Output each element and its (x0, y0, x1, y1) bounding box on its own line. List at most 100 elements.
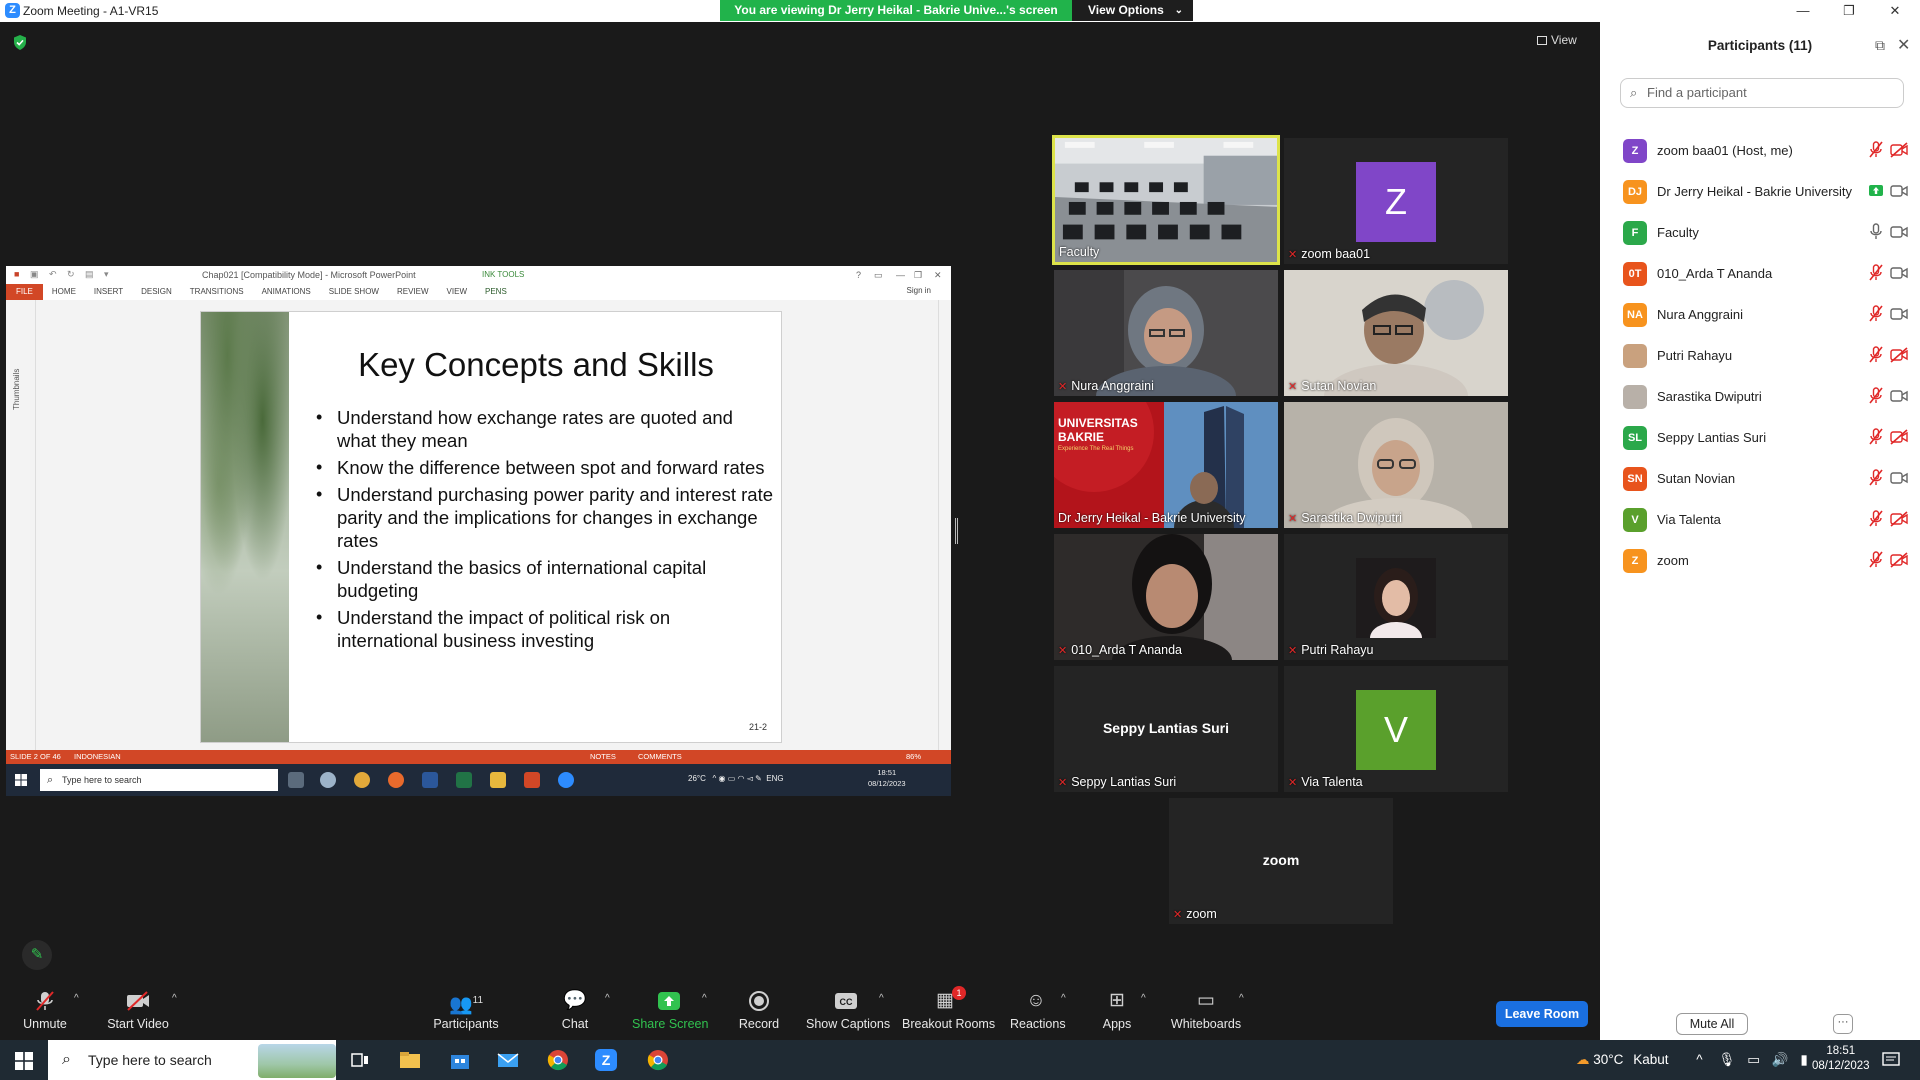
chevron-down-icon: ⌄ (1174, 5, 1183, 16)
task-view-icon[interactable] (348, 1048, 372, 1072)
participant-row[interactable]: Zzoom baa01 (Host, me) (1600, 130, 1920, 171)
grid-view-icon (1537, 36, 1547, 45)
mic-muted-icon[interactable] (1869, 387, 1883, 405)
captions-options-caret-icon[interactable]: ^ (879, 993, 884, 1004)
record-button[interactable]: Record (738, 990, 780, 1036)
unmute-button[interactable]: Unmute (18, 990, 72, 1036)
participant-row[interactable]: Sarastika Dwiputri (1600, 376, 1920, 417)
video-tile-jerry-heikal[interactable]: UNIVERSITAS BAKRIE Experience The Real T… (1054, 402, 1278, 528)
split-divider-handle[interactable] (955, 518, 958, 544)
mic-icon[interactable] (1869, 223, 1883, 241)
participants-button[interactable]: 👥11 Participants (432, 990, 500, 1036)
mic-muted-icon[interactable] (1869, 469, 1883, 487)
close-panel-icon[interactable]: ✕ (1897, 35, 1910, 55)
video-off-icon[interactable] (1890, 142, 1908, 158)
view-options-button[interactable]: View Options ⌄ (1072, 0, 1193, 21)
participant-row[interactable]: DJ Dr Jerry Heikal - Bakrie University (1600, 171, 1920, 212)
minimize-button[interactable]: — (1788, 2, 1818, 20)
video-tile-arda-ananda[interactable]: ✕ 010_Arda T Ananda (1054, 534, 1278, 660)
video-tile-putri-rahayu[interactable]: ✕ Putri Rahayu (1284, 534, 1508, 660)
participant-row[interactable]: SL Seppy Lantias Suri (1600, 417, 1920, 458)
chat-button[interactable]: 💬 Chat (558, 990, 592, 1036)
video-icon[interactable] (1890, 388, 1908, 404)
video-tile-via-talenta[interactable]: V ✕ Via Talenta (1284, 666, 1508, 792)
audio-options-caret-icon[interactable]: ^ (74, 993, 79, 1004)
security-shield-icon[interactable] (13, 35, 27, 50)
notification-icon[interactable] (1882, 1051, 1900, 1069)
video-tile-zoom[interactable]: zoom ✕ zoom (1169, 798, 1393, 924)
video-icon[interactable] (1890, 470, 1908, 486)
mic-muted-icon[interactable] (1869, 428, 1883, 446)
network-icon[interactable]: ▭ (1747, 1052, 1760, 1067)
video-icon[interactable] (1890, 306, 1908, 322)
chrome-window-icon[interactable] (646, 1048, 670, 1072)
whiteboards-button[interactable]: ▭ Whiteboards (1170, 990, 1242, 1036)
video-tile-sarastika-dwiputri[interactable]: ✕ Sarastika Dwiputri (1284, 402, 1508, 528)
video-icon[interactable] (1890, 265, 1908, 281)
shared-screen-content[interactable]: ■ ▣ ↶ ↻ ▤ ▾ Chap021 [Compatibility Mode]… (6, 266, 951, 796)
whiteboards-options-caret-icon[interactable]: ^ (1239, 993, 1244, 1004)
video-tile-nura-anggraini[interactable]: ✕ Nura Anggraini (1054, 270, 1278, 396)
participant-row[interactable]: 0T 010_Arda T Ananda (1600, 253, 1920, 294)
video-tile-sutan-novian[interactable]: ✕ Sutan Novian (1284, 270, 1508, 396)
chrome-icon[interactable] (546, 1048, 570, 1072)
share-screen-button[interactable]: Share Screen (632, 990, 708, 1036)
slide-rain-photo (201, 312, 289, 742)
participant-row[interactable]: Zzoom (1600, 540, 1920, 581)
video-options-caret-icon[interactable]: ^ (172, 993, 177, 1004)
pop-out-icon[interactable]: ⧉ (1875, 37, 1885, 54)
participant-row[interactable]: NA Nura Anggraini (1600, 294, 1920, 335)
microphone-icon[interactable]: 🎙 (1718, 1052, 1735, 1067)
video-icon[interactable] (1890, 183, 1908, 199)
leave-room-button[interactable]: Leave Room (1496, 1001, 1588, 1027)
system-clock[interactable]: 18:51 08/12/2023 (1812, 1044, 1870, 1074)
annotate-pencil-button[interactable]: ✎ (22, 940, 52, 970)
mic-muted-icon[interactable] (1869, 141, 1883, 159)
weather-temp[interactable]: 30°C (1593, 1052, 1623, 1067)
mic-muted-icon[interactable] (1869, 510, 1883, 528)
tray-expand-icon[interactable]: ^ (1696, 1052, 1702, 1067)
reactions-button[interactable]: ☺ Reactions (1010, 990, 1066, 1036)
share-options-caret-icon[interactable]: ^ (702, 993, 707, 1004)
participant-row[interactable]: F Faculty (1600, 212, 1920, 253)
battery-icon[interactable]: ▮ (1800, 1052, 1807, 1067)
video-off-icon[interactable] (1890, 511, 1908, 527)
view-layout-button[interactable]: View (1537, 33, 1577, 47)
mic-muted-icon[interactable] (1869, 264, 1883, 282)
reactions-options-caret-icon[interactable]: ^ (1061, 993, 1066, 1004)
breakout-rooms-button[interactable]: ▦ 1 Breakout Rooms (902, 986, 995, 1036)
file-explorer-icon[interactable] (398, 1048, 422, 1072)
start-video-button[interactable]: Start Video (104, 990, 172, 1036)
apps-button[interactable]: ⊞ Apps (1102, 990, 1132, 1036)
participant-search-input[interactable]: ⌕ Find a participant (1620, 78, 1904, 108)
mail-icon[interactable] (496, 1048, 520, 1072)
video-off-icon[interactable] (1890, 347, 1908, 363)
video-tile-faculty[interactable]: Faculty (1052, 135, 1280, 265)
video-off-icon[interactable] (1890, 552, 1908, 568)
participant-row[interactable]: SN Sutan Novian (1600, 458, 1920, 499)
close-window-button[interactable]: ✕ (1880, 2, 1910, 20)
restore-button[interactable]: ❐ (1834, 2, 1864, 20)
video-icon[interactable] (1890, 224, 1908, 240)
mic-muted-icon[interactable] (1869, 305, 1883, 323)
chat-options-caret-icon[interactable]: ^ (605, 993, 610, 1004)
participant-row[interactable]: V Via Talenta (1600, 499, 1920, 540)
mic-muted-icon[interactable] (1869, 551, 1883, 569)
participant-row[interactable]: Putri Rahayu (1600, 335, 1920, 376)
apps-options-caret-icon[interactable]: ^ (1141, 993, 1146, 1004)
mic-muted-icon[interactable] (1869, 346, 1883, 364)
screen-share-icon[interactable] (1869, 182, 1883, 200)
video-tile-zoom-baa01[interactable]: Z ✕ zoom baa01 (1284, 138, 1508, 264)
more-options-button[interactable]: ··· (1833, 1014, 1853, 1034)
shared-windows-taskbar: Type here to search 26°C ^ ◉ ▭ ◠ ◅ ✎ ENG… (6, 764, 951, 796)
volume-icon[interactable]: 🔊 (1772, 1052, 1789, 1067)
mute-all-button[interactable]: Mute All (1676, 1013, 1748, 1035)
video-off-icon[interactable] (1890, 429, 1908, 445)
powerpoint-icon (524, 772, 540, 788)
taskbar-search-input[interactable]: ⌕ Type here to search (48, 1040, 336, 1080)
store-icon[interactable] (448, 1048, 472, 1072)
zoom-taskbar-icon[interactable]: Z (594, 1048, 618, 1072)
video-tile-seppy-lantias-suri[interactable]: Seppy Lantias Suri ✕ Seppy Lantias Suri (1054, 666, 1278, 792)
windows-start-icon[interactable] (15, 1052, 33, 1070)
show-captions-button[interactable]: CC Show Captions (806, 990, 890, 1036)
